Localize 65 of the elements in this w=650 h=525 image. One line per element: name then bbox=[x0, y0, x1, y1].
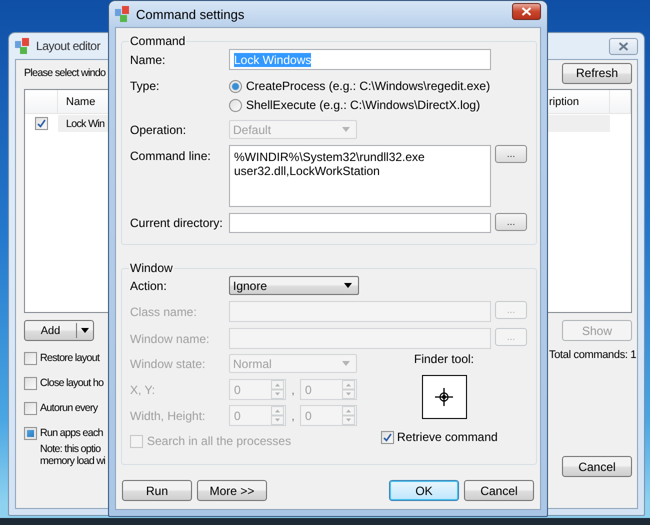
radio-button[interactable] bbox=[229, 80, 242, 92]
action-dropdown[interactable]: Ignore bbox=[229, 276, 359, 295]
window-title: Command settings bbox=[136, 6, 244, 22]
dialog-button[interactable]: OK bbox=[389, 480, 459, 501]
field-label: Operation: bbox=[130, 122, 188, 136]
instruction-text: Please select windo bbox=[24, 67, 106, 79]
caret-icon bbox=[81, 328, 89, 333]
dialog-button[interactable]: More >> bbox=[197, 480, 267, 501]
spin-arrows-icon[interactable] bbox=[342, 406, 355, 425]
field-label: Current directory: bbox=[130, 216, 224, 230]
close-icon bbox=[521, 6, 532, 16]
field-label: Window state: bbox=[130, 356, 206, 370]
radio-label: ShellExecute (e.g.: C:\Windows\DirectX.log) bbox=[246, 98, 480, 112]
caret-icon bbox=[342, 127, 350, 132]
field-label: Class name: bbox=[130, 304, 198, 318]
checkbox-label: Search in all the processes bbox=[147, 434, 292, 448]
checkbox-label: Restore layout bbox=[40, 352, 100, 364]
browse-button[interactable]: ... bbox=[495, 145, 527, 163]
dialog-button[interactable]: Run bbox=[122, 480, 192, 501]
field-label: Type: bbox=[130, 79, 160, 93]
field-label: X, Y: bbox=[130, 382, 156, 396]
app-icon bbox=[115, 6, 131, 22]
checkbox[interactable] bbox=[35, 117, 48, 130]
app-icon bbox=[15, 38, 31, 54]
command-line-field[interactable]: %WINDIR%\System32\rundll32.exe user32.dll,LockWorkStation bbox=[229, 145, 491, 207]
window-title: Layout editor bbox=[36, 39, 100, 53]
checkbox[interactable] bbox=[24, 352, 37, 364]
close-icon bbox=[618, 42, 629, 50]
directory-field[interactable] bbox=[229, 213, 491, 233]
field-label: Command line: bbox=[130, 149, 212, 163]
check-icon bbox=[383, 432, 392, 442]
dialog-button[interactable]: Cancel bbox=[464, 480, 534, 501]
crosshair-icon[interactable] bbox=[434, 387, 454, 407]
total-commands-text: Total commands: 1 bbox=[549, 349, 636, 361]
refresh-button[interactable]: Refresh bbox=[562, 62, 632, 84]
check-icon bbox=[37, 119, 46, 128]
group-title: Command bbox=[129, 34, 186, 48]
spin-arrows-icon[interactable] bbox=[342, 380, 355, 399]
column-header[interactable]: ription bbox=[546, 90, 610, 114]
separator-text: , bbox=[290, 382, 296, 396]
field-label: Name: bbox=[130, 52, 166, 66]
add-button[interactable]: Add bbox=[24, 320, 94, 341]
checkbox[interactable] bbox=[24, 402, 37, 414]
caret-icon bbox=[344, 283, 352, 288]
field-label: Action: bbox=[130, 278, 168, 292]
separator-text: , bbox=[290, 408, 296, 422]
checkbox-label: Autorun every bbox=[40, 402, 98, 414]
checkbox-label: Close layout ho bbox=[40, 377, 104, 389]
radio-button[interactable] bbox=[229, 98, 242, 112]
finder-tool[interactable] bbox=[422, 375, 466, 419]
checkbox[interactable] bbox=[24, 426, 37, 440]
close-button[interactable] bbox=[512, 2, 541, 20]
note-text: memory load wi bbox=[40, 455, 106, 467]
checkbox[interactable] bbox=[381, 430, 394, 444]
checkbox-label: Run apps each bbox=[40, 427, 103, 439]
checkbox-label: Retrieve command bbox=[397, 430, 498, 444]
field-label: Width, Height: bbox=[130, 408, 206, 422]
browse-button[interactable]: ... bbox=[495, 213, 527, 231]
finder-tool-label: Finder tool: bbox=[414, 352, 474, 366]
radio-label: CreateProcess (e.g.: C:\Windows\regedit.exe) bbox=[246, 79, 490, 93]
group-title: Window bbox=[129, 261, 174, 275]
field-label: Window name: bbox=[130, 332, 210, 346]
caret-icon bbox=[342, 361, 350, 366]
checkbox[interactable] bbox=[24, 376, 37, 390]
cancel-button[interactable]: Cancel bbox=[562, 456, 632, 477]
